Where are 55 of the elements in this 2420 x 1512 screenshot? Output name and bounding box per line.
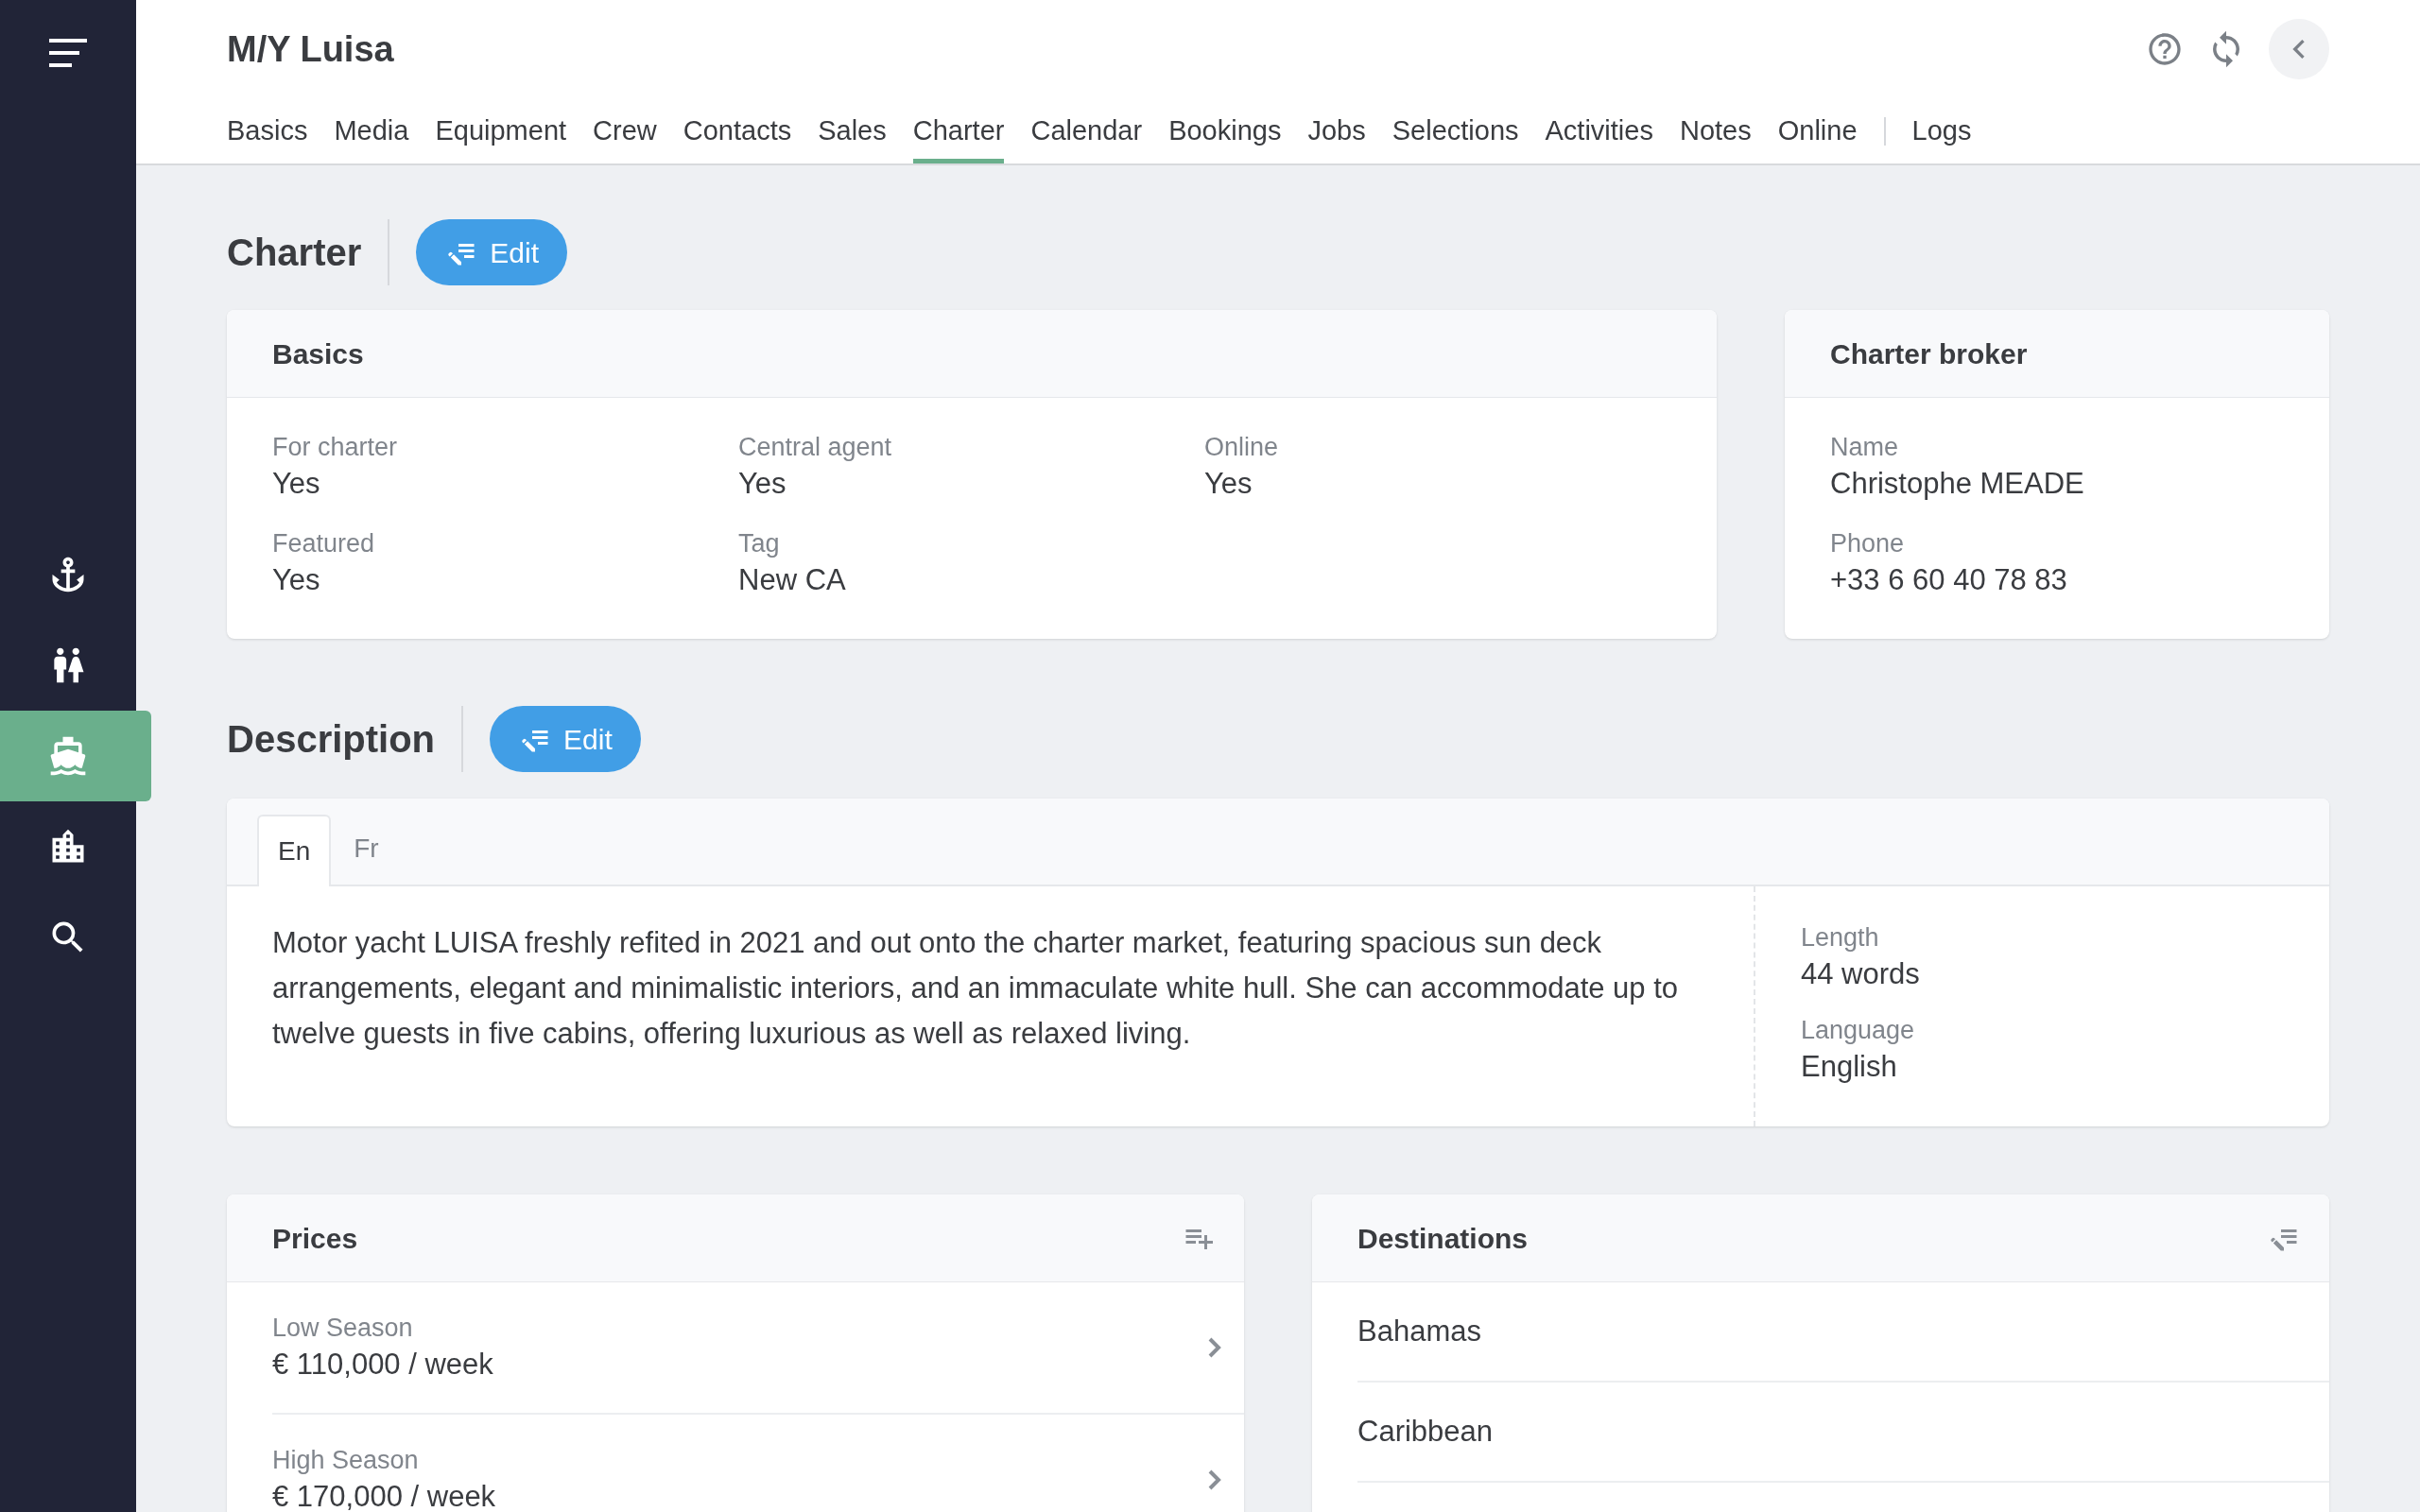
field-value: English xyxy=(1801,1049,1898,1085)
price-value: € 170,000 / week xyxy=(272,1479,496,1512)
help-icon[interactable] xyxy=(2146,30,2184,68)
nav-tab[interactable]: Activities xyxy=(1545,98,1653,163)
nav-tab[interactable]: Online xyxy=(1777,98,1858,163)
nav-tab[interactable]: Calendar xyxy=(1030,98,1143,163)
nav-tab[interactable]: Selections xyxy=(1392,98,1519,163)
chevron-right-icon xyxy=(1208,1337,1221,1358)
nav-tab[interactable]: Crew xyxy=(593,98,657,163)
card-title: Prices xyxy=(272,1221,358,1256)
field-label: Featured xyxy=(272,528,376,559)
price-label: High Season xyxy=(272,1445,420,1476)
price-label: Low Season xyxy=(272,1313,414,1344)
page-title: M/Y Luisa xyxy=(227,27,394,71)
nav-tab[interactable]: Contacts xyxy=(683,98,792,163)
field-label: Tag xyxy=(738,528,781,559)
field-value: Christophe MEADE xyxy=(1830,466,2085,502)
destination-item: Caribbean xyxy=(1357,1413,1494,1450)
section-title: Charter xyxy=(227,231,362,275)
field-label: Length xyxy=(1801,922,1880,954)
nav-tab[interactable]: Basics xyxy=(227,98,308,163)
nav-tab[interactable]: Media xyxy=(334,98,409,163)
chevron-right-icon xyxy=(1208,1469,1221,1490)
section-title: Description xyxy=(227,717,436,762)
field-label: Name xyxy=(1830,432,1900,463)
language-tab[interactable]: Fr xyxy=(335,813,398,885)
destination-item: Bahamas xyxy=(1357,1313,1481,1349)
field-value: Yes xyxy=(272,466,321,502)
field-value: Yes xyxy=(272,562,321,598)
card-title: Destinations xyxy=(1357,1221,1529,1256)
nav-tab[interactable]: Bookings xyxy=(1168,98,1282,163)
field-value: Yes xyxy=(1204,466,1253,502)
price-row[interactable]: Low Season € 110,000 / week xyxy=(272,1282,1244,1415)
nav-tab[interactable]: Notes xyxy=(1679,98,1752,163)
field-value: 44 words xyxy=(1801,956,1920,992)
field-label: Central agent xyxy=(738,432,893,463)
field-value: New CA xyxy=(738,562,847,598)
menu-icon[interactable] xyxy=(49,39,87,67)
nav-tab[interactable]: Charter xyxy=(912,98,1005,163)
description-text: Motor yacht LUISA freshly refited in 2021 and out onto the charter market, featuring spacious sun deck arrangements, elegant and minimalistic interiors, and an immaculate white hull. She can accommodate up to twelve guests in five cabins, offering luxurious as well as relaxed living. xyxy=(272,925,1680,1052)
field-label: Online xyxy=(1204,432,1280,463)
price-value: € 110,000 / week xyxy=(272,1347,493,1383)
nav-tab[interactable]: Jobs xyxy=(1307,98,1366,163)
card-title: Basics xyxy=(272,336,364,371)
field-value: Yes xyxy=(738,466,787,502)
language-tab[interactable]: En xyxy=(257,815,332,886)
nav-tab[interactable]: Sales xyxy=(818,98,887,163)
field-value: +33 6 60 40 78 83 xyxy=(1830,562,2068,598)
price-row[interactable]: High Season € 170,000 / week xyxy=(272,1415,1244,1512)
field-label: Language xyxy=(1801,1015,1916,1046)
card-title: Charter broker xyxy=(1830,336,2028,371)
field-label: Phone xyxy=(1830,528,1906,559)
nav-tab[interactable]: Logs xyxy=(1911,98,1972,163)
nav-tab[interactable]: Equipment xyxy=(435,98,567,163)
field-label: For charter xyxy=(272,432,399,463)
